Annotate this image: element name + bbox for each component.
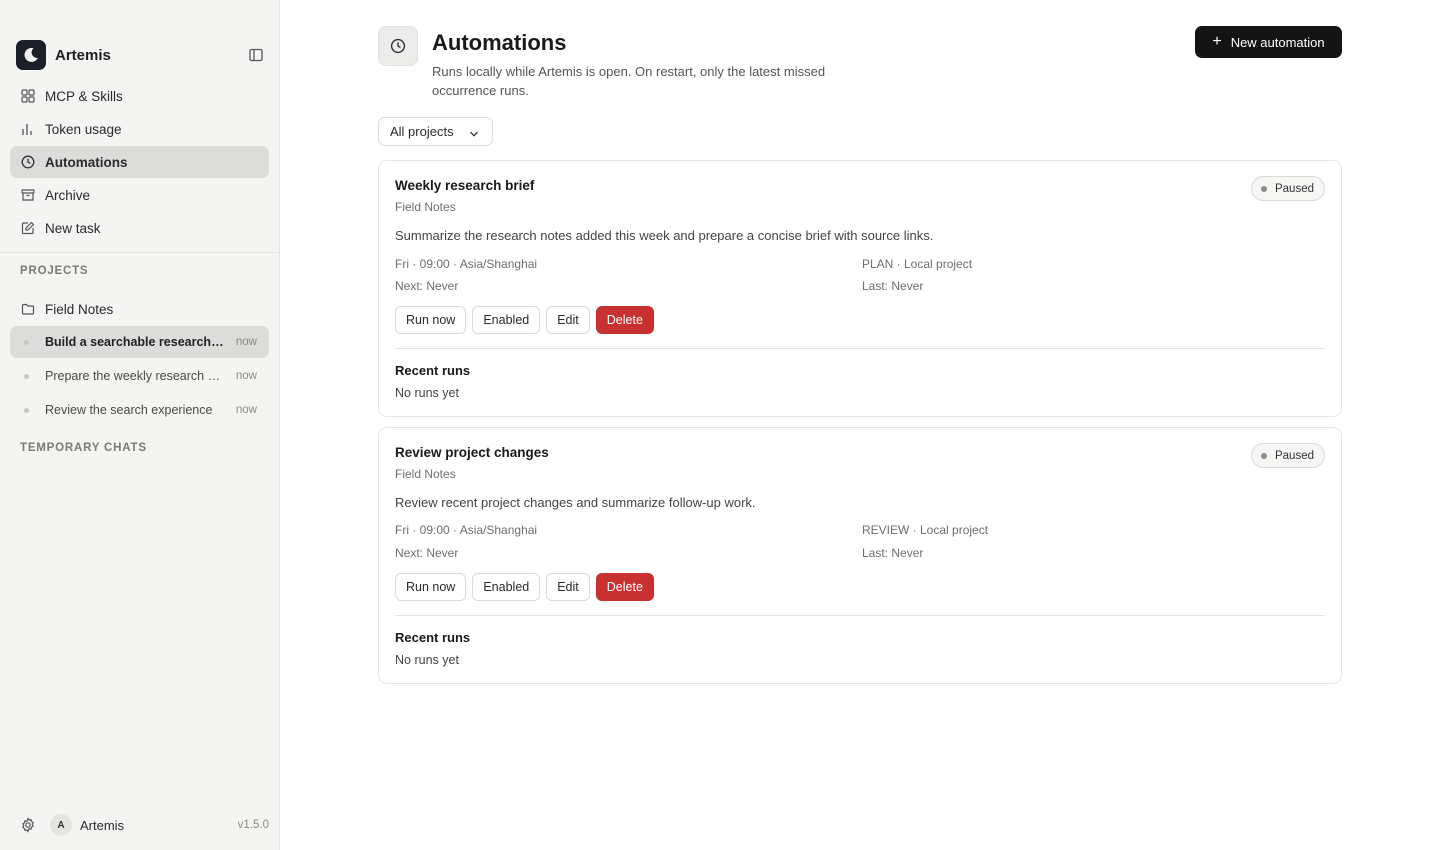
nav-item-archive[interactable]: Archive xyxy=(10,179,269,211)
chevron-down-icon xyxy=(469,127,479,137)
nav-item-label: New task xyxy=(45,220,101,236)
nav-item-mcp-skills[interactable]: MCP & Skills xyxy=(10,80,269,112)
automation-project: Field Notes xyxy=(395,200,456,214)
recent-runs-empty: No runs yet xyxy=(395,386,459,400)
automation-mode: PLAN · Local project xyxy=(862,257,973,271)
automation-mode: REVIEW · Local project xyxy=(862,523,989,537)
task-status-dot xyxy=(24,407,29,413)
task-status-dot xyxy=(24,339,29,345)
recent-runs-title: Recent runs xyxy=(395,630,471,645)
task-title: Build a searchable research library xyxy=(45,335,225,349)
automation-prompt: Summarize the research notes added this … xyxy=(395,228,934,243)
recent-runs-title: Recent runs xyxy=(395,363,471,378)
nav-item-automations[interactable]: Automations xyxy=(10,146,269,178)
sidebar-divider xyxy=(0,252,279,253)
edit-icon xyxy=(21,221,35,235)
avatar[interactable]: A xyxy=(50,814,72,836)
task-title: Prepare the weekly research brief xyxy=(45,369,225,383)
task-item[interactable]: Review the search experience now xyxy=(10,394,269,426)
app-version: v1.5.0 xyxy=(237,819,269,831)
bar-chart-icon xyxy=(21,122,35,136)
recent-runs-empty: No runs yet xyxy=(395,653,459,667)
automation-card: Review project changes Field Notes Pause… xyxy=(378,427,1342,684)
card-divider xyxy=(395,615,1325,616)
status-label: Paused xyxy=(1274,182,1314,195)
nav-item-label: Archive xyxy=(45,187,91,203)
automation-actions: Run now Enabled Edit Delete xyxy=(395,306,660,334)
project-name: Field Notes xyxy=(45,301,114,317)
run-now-button[interactable]: Run now xyxy=(395,306,467,334)
status-badge: Paused xyxy=(1250,176,1325,201)
task-time: now xyxy=(235,404,257,416)
sidebar-toggle-icon[interactable] xyxy=(248,47,264,63)
delete-button[interactable]: Delete xyxy=(595,573,654,601)
clock-icon xyxy=(21,155,35,169)
nav-item-label: Token usage xyxy=(45,121,122,137)
task-item[interactable]: Build a searchable research library now xyxy=(10,326,269,358)
automation-project: Field Notes xyxy=(395,467,456,481)
new-automation-label: New automation xyxy=(1230,34,1325,50)
automation-schedule: Fri · 09:00 · Asia/Shanghai xyxy=(395,523,538,537)
task-time: now xyxy=(235,370,257,382)
new-automation-button[interactable]: + New automation xyxy=(1195,26,1342,58)
footer-username[interactable]: Artemis xyxy=(80,818,124,833)
page-title: Automations xyxy=(432,30,567,55)
main-content: Automations Runs locally while Artemis i… xyxy=(280,0,1440,850)
grid-icon xyxy=(21,89,35,103)
status-dot xyxy=(1260,185,1267,192)
clock-icon xyxy=(378,26,418,66)
automation-next-run: Next: Never xyxy=(395,279,459,293)
folder-icon xyxy=(21,302,35,316)
temporary-chats-section-label: TEMPORARY CHATS xyxy=(20,442,147,454)
gear-icon[interactable] xyxy=(20,817,36,833)
automation-title: Weekly research brief xyxy=(395,178,535,193)
automation-last-run: Last: Never xyxy=(862,546,924,560)
enabled-toggle-button[interactable]: Enabled xyxy=(472,573,541,601)
status-dot xyxy=(1260,452,1267,459)
run-now-button[interactable]: Run now xyxy=(395,573,467,601)
nav-item-token-usage[interactable]: Token usage xyxy=(10,113,269,145)
project-filter-value: All projects xyxy=(390,124,454,139)
project-field-notes[interactable]: Field Notes xyxy=(10,294,269,324)
edit-button[interactable]: Edit xyxy=(546,306,590,334)
nav-item-new-task[interactable]: New task xyxy=(10,212,269,244)
nav-item-label: MCP & Skills xyxy=(45,88,123,104)
sidebar: Artemis MCP & Skills Token usage Automat… xyxy=(0,0,280,850)
task-item[interactable]: Prepare the weekly research brief now xyxy=(10,360,269,392)
page-description: Runs locally while Artemis is open. On r… xyxy=(432,64,826,98)
card-divider xyxy=(395,348,1325,349)
sidebar-footer: A Artemis v1.5.0 xyxy=(20,814,269,836)
status-label: Paused xyxy=(1274,449,1314,462)
enabled-toggle-button[interactable]: Enabled xyxy=(472,306,541,334)
plus-icon: + xyxy=(1212,33,1222,50)
brand: Artemis xyxy=(16,40,264,70)
sidebar-nav: MCP & Skills Token usage Automations Arc… xyxy=(10,80,269,245)
automation-title: Review project changes xyxy=(395,445,549,460)
delete-button[interactable]: Delete xyxy=(595,306,654,334)
project-filter-select[interactable]: All projects xyxy=(378,117,493,146)
automation-card: Weekly research brief Field Notes Paused… xyxy=(378,160,1342,417)
automation-prompt: Review recent project changes and summar… xyxy=(395,495,756,510)
archive-icon xyxy=(21,188,35,202)
projects-section-label: PROJECTS xyxy=(20,265,89,277)
automation-last-run: Last: Never xyxy=(862,279,924,293)
app-name: Artemis xyxy=(55,46,111,64)
automation-schedule: Fri · 09:00 · Asia/Shanghai xyxy=(395,257,538,271)
nav-item-label: Automations xyxy=(45,154,128,170)
task-time: now xyxy=(235,336,257,348)
edit-button[interactable]: Edit xyxy=(546,573,590,601)
automation-next-run: Next: Never xyxy=(395,546,459,560)
task-status-dot xyxy=(24,373,29,379)
automation-actions: Run now Enabled Edit Delete xyxy=(395,573,660,601)
status-badge: Paused xyxy=(1250,443,1325,468)
task-title: Review the search experience xyxy=(45,403,213,417)
moon-logo-icon xyxy=(16,40,46,70)
